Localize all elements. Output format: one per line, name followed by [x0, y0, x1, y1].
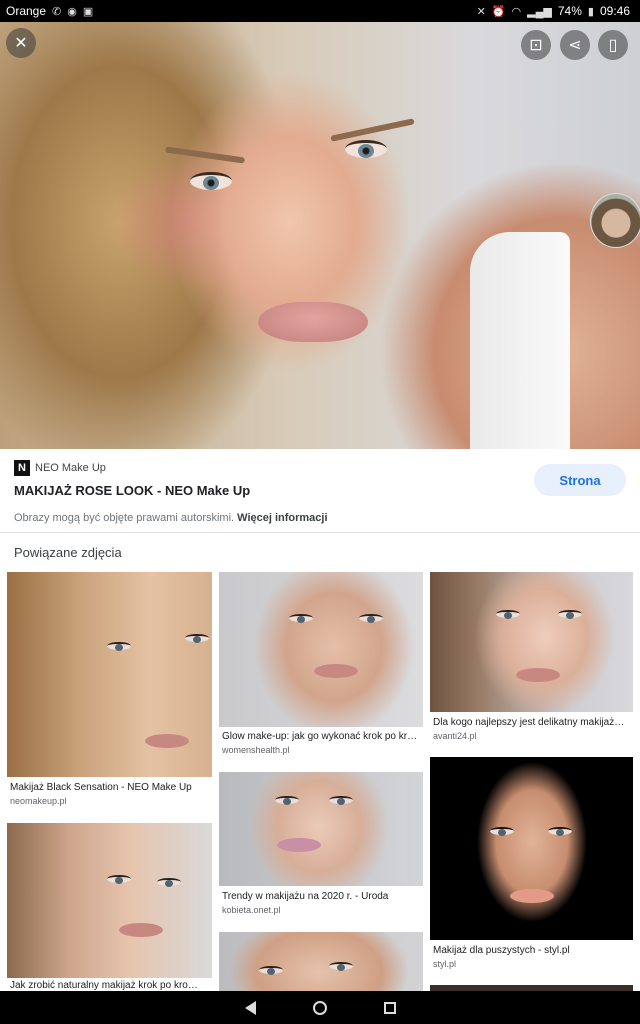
battery-label: 74% — [557, 4, 582, 18]
related-caption: Glow make-up: jak go wykonać krok po kro… — [222, 731, 420, 742]
related-item[interactable]: Glow make-up: jak go wykonać krok po kro… — [219, 572, 423, 762]
related-source: womenshealth.pl — [222, 745, 290, 755]
call-icon: ✆ — [52, 5, 62, 18]
carrier-label: Orange — [6, 4, 47, 18]
image-eye-left — [190, 172, 232, 190]
share-icon: ⋖ — [568, 37, 582, 54]
thumb-eye — [275, 796, 299, 805]
status-bar: Orange ✆ ◉ ▣ ✕ ⏰ ◠ ▂▄▆ 74% ▮ 09:46 — [0, 0, 640, 22]
related-thumbnail — [7, 823, 212, 978]
thumb-lips — [119, 923, 163, 937]
related-item[interactable] — [219, 932, 423, 991]
image-shirt — [470, 232, 570, 449]
share-button[interactable]: ⋖ — [560, 30, 590, 60]
thumb-eye — [329, 962, 353, 971]
related-caption: Makijaż Black Sensation - NEO Make Up — [10, 782, 192, 793]
thumb-eye — [558, 610, 582, 619]
visit-page-button[interactable]: Strona — [534, 464, 626, 496]
save-button[interactable]: ▯ — [598, 30, 628, 60]
close-icon: ✕ — [14, 35, 28, 52]
related-thumbnail — [430, 572, 633, 712]
related-thumbnail — [219, 932, 423, 991]
recents-icon — [384, 1001, 396, 1014]
related-thumbnail — [7, 572, 212, 777]
image-brow-left — [164, 146, 246, 164]
thumb-eye — [259, 966, 283, 975]
thumb-lips — [510, 889, 554, 903]
messenger-icon: ◉ — [67, 5, 77, 18]
related-item[interactable]: Dla kogo najlepszy jest delikatny makija… — [430, 572, 633, 747]
page-title[interactable]: MAKIJAŻ ROSE LOOK - NEO Make Up — [14, 483, 250, 498]
close-button[interactable]: ✕ — [6, 28, 36, 58]
copyright-notice: Obrazy mogą być objęte prawami autorskim… — [14, 512, 328, 524]
battery-icon: ▮ — [587, 5, 594, 18]
thumb-lips — [314, 664, 358, 678]
bookmark-icon: ▯ — [608, 37, 618, 54]
clock: 09:46 — [599, 4, 630, 18]
image-brow-right — [330, 118, 415, 142]
recents-button[interactable] — [380, 998, 400, 1018]
thumb-eye — [157, 878, 181, 887]
related-heading: Powiązane zdjęcia — [14, 545, 122, 560]
home-button[interactable] — [310, 998, 330, 1018]
thumb-lips — [277, 838, 321, 852]
thumb-eye — [329, 796, 353, 805]
alarm-icon: ⏰ — [491, 5, 506, 18]
related-caption: Makijaż dla puszystych - styl.pl — [433, 945, 570, 956]
related-source: styl.pl — [433, 959, 457, 969]
mute-icon: ✕ — [476, 5, 486, 18]
thumb-eye — [107, 875, 131, 884]
thumb-eye — [548, 827, 572, 836]
lens-button[interactable]: ⊡ — [521, 30, 551, 60]
related-item[interactable]: Trendy w makijażu na 2020 r. - Uroda kob… — [219, 772, 423, 922]
related-caption: Jak zrobić naturalny makijaż krok po kro… — [10, 980, 198, 991]
related-thumbnail — [219, 572, 423, 727]
related-item[interactable]: Jak zrobić naturalny makijaż krok po kro… — [7, 823, 212, 991]
thumb-eye — [359, 614, 383, 623]
signal-icon: ▂▄▆ — [527, 5, 552, 18]
wifi-icon: ◠ — [511, 5, 522, 18]
related-caption: Trendy w makijażu na 2020 r. - Uroda — [222, 891, 389, 902]
related-source: avanti24.pl — [433, 731, 477, 741]
image-lips — [258, 302, 368, 342]
related-source: kobieta.onet.pl — [222, 905, 281, 915]
back-button[interactable] — [240, 998, 260, 1018]
related-item[interactable]: Makijaż dla puszystych - styl.pl styl.pl — [430, 757, 633, 975]
related-thumbnail — [219, 772, 423, 886]
chat-head-avatar[interactable] — [590, 193, 640, 248]
image-eye-right — [345, 140, 387, 158]
home-icon — [313, 1000, 327, 1015]
thumb-eye — [185, 634, 209, 643]
related-caption: Dla kogo najlepszy jest delikatny makija… — [433, 717, 625, 728]
related-item[interactable]: Makijaż Black Sensation - NEO Make Up ne… — [7, 572, 212, 812]
copyright-text: Obrazy mogą być objęte prawami autorskim… — [14, 512, 235, 524]
navigation-bar — [0, 991, 640, 1024]
lens-icon: ⊡ — [529, 37, 543, 54]
site-logo: N — [14, 460, 30, 476]
main-image[interactable]: ✕ ⊡ ⋖ ▯ — [0, 22, 640, 449]
thumb-lips — [145, 734, 189, 748]
related-thumbnail — [430, 757, 633, 940]
related-source: neomakeup.pl — [10, 796, 67, 806]
thumb-eye — [289, 614, 313, 623]
site-name[interactable]: NEO Make Up — [35, 462, 106, 474]
thumb-eye — [107, 642, 131, 651]
divider — [0, 532, 640, 533]
thumb-lips — [516, 668, 560, 682]
back-icon — [244, 1000, 256, 1015]
thumb-eye — [490, 827, 514, 836]
thumb-eye — [496, 610, 520, 619]
teams-icon: ▣ — [82, 5, 94, 18]
source-info: N NEO Make Up MAKIJAŻ ROSE LOOK - NEO Ma… — [0, 449, 640, 533]
more-info-link[interactable]: Więcej informacji — [237, 512, 327, 524]
